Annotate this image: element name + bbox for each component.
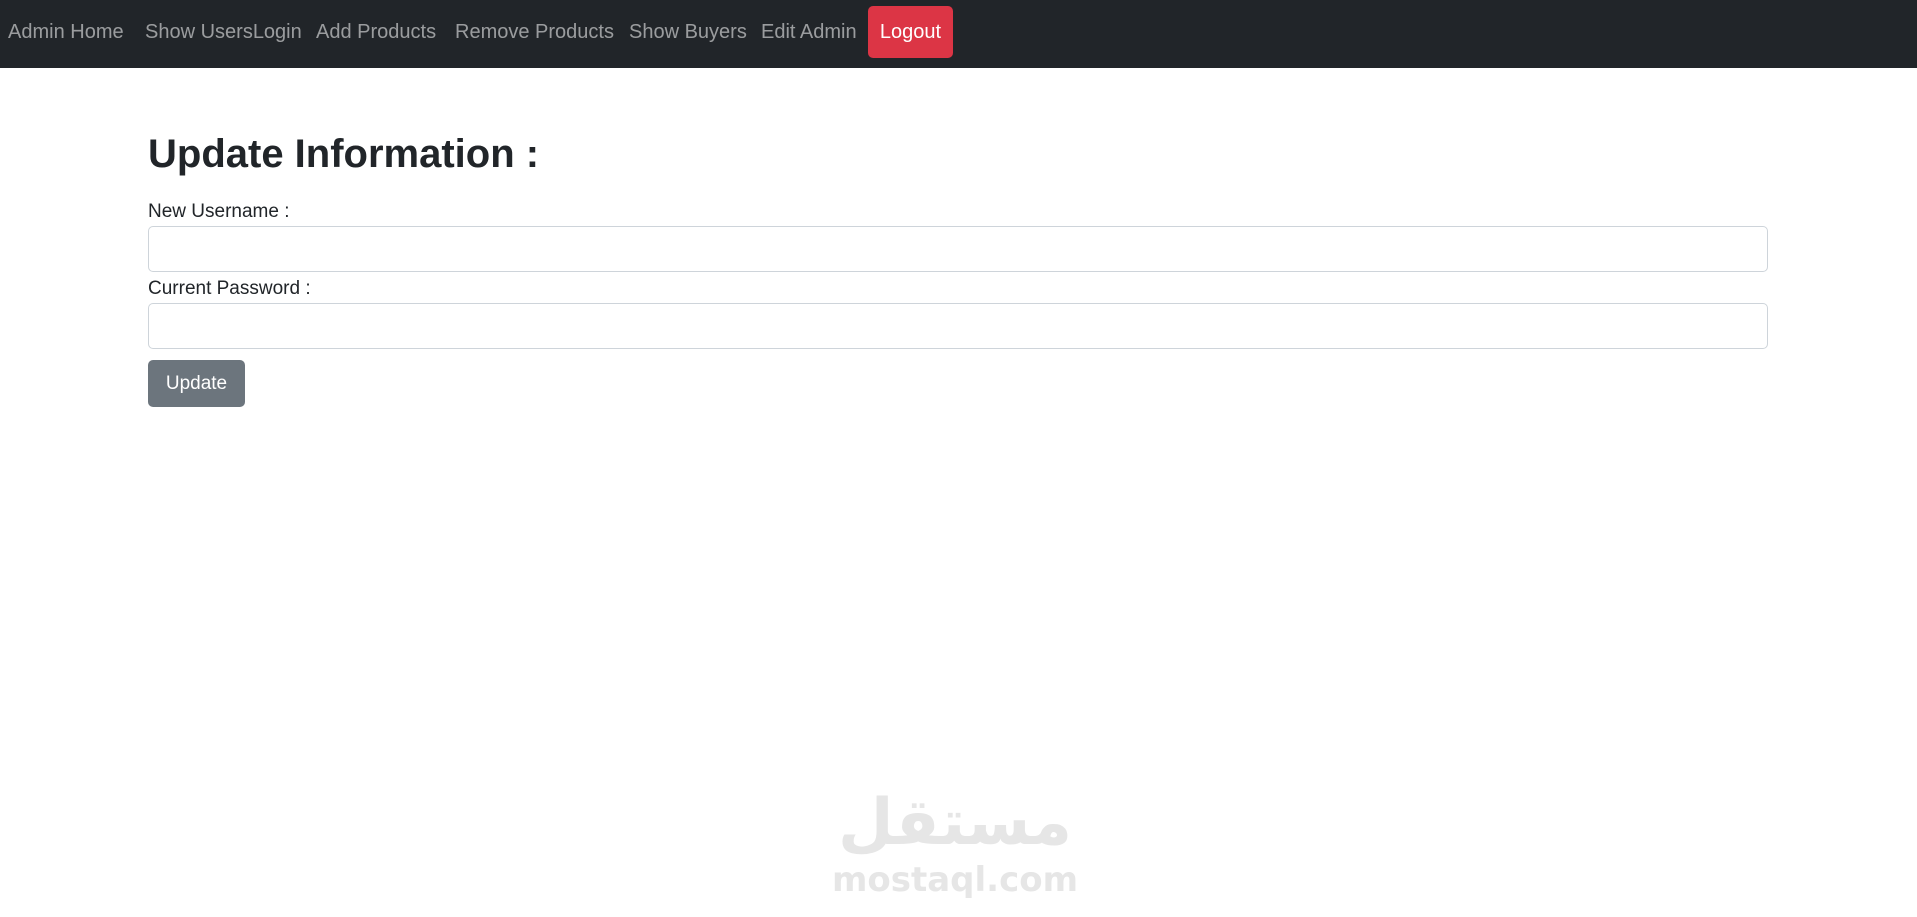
nav-show-buyers[interactable]: Show Buyers — [629, 0, 747, 68]
current-password-input[interactable] — [148, 303, 1768, 349]
new-username-label: New Username : — [148, 201, 290, 222]
new-username-input[interactable] — [148, 226, 1768, 272]
mostaql-watermark: مستقل mostaql.com — [830, 785, 1080, 905]
watermark-latin-text: mostaql.com — [831, 860, 1079, 900]
nav-add-products[interactable]: Add Products — [316, 0, 436, 68]
nav-remove-products[interactable]: Remove Products — [455, 0, 614, 68]
update-button[interactable]: Update — [148, 360, 245, 407]
logout-button[interactable]: Logout — [868, 6, 953, 58]
nav-show-users-login[interactable]: Show UsersLogin — [145, 0, 302, 68]
current-password-label: Current Password : — [148, 278, 311, 299]
nav-admin-home[interactable]: Admin Home — [8, 0, 124, 68]
nav-edit-admin[interactable]: Edit Admin — [761, 0, 857, 68]
page-title: Update Information : — [148, 132, 540, 176]
top-navbar: Admin Home Show UsersLogin Add Products … — [0, 0, 1917, 68]
watermark-arabic-text: مستقل — [837, 786, 1073, 860]
